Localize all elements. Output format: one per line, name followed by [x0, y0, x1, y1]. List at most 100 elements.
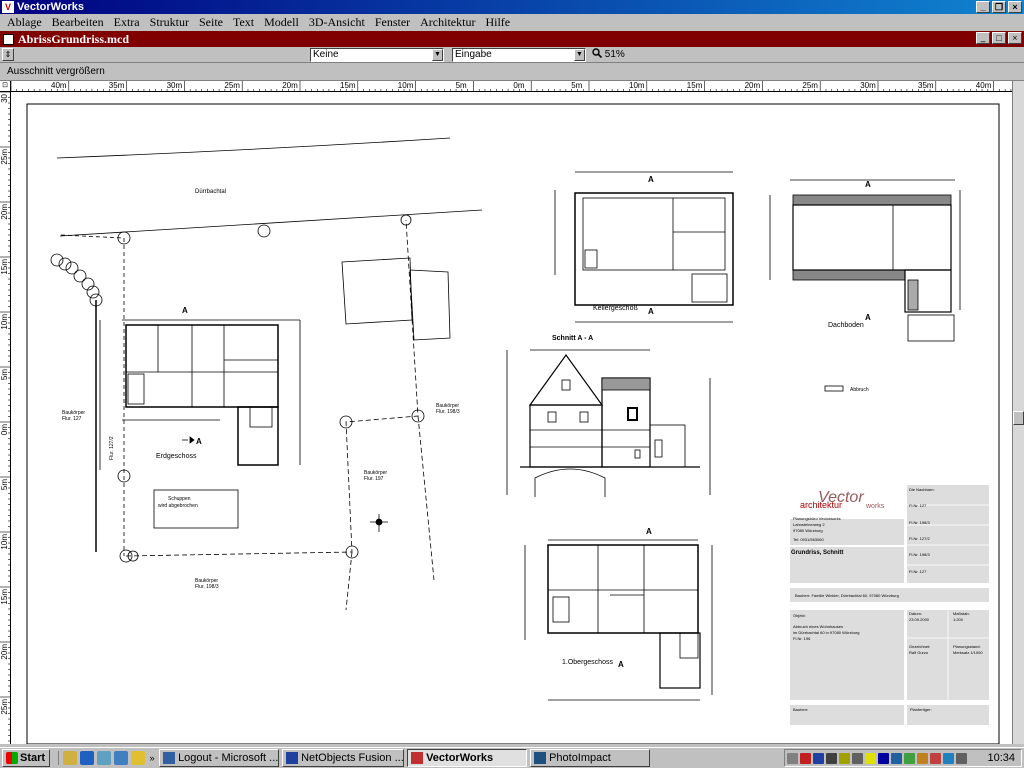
tray-app-icon[interactable]	[891, 752, 902, 764]
tray-app-icon[interactable]	[800, 752, 811, 764]
toggle-palette-icon[interactable]: ⇕	[2, 48, 14, 61]
street-name: Dürrbachtal	[195, 189, 226, 195]
menu-text[interactable]: Text	[228, 15, 259, 30]
system-tray: 10:34	[784, 749, 1022, 767]
document-minimize-button[interactable]: _	[976, 32, 990, 44]
task-vectorworks[interactable]: VectorWorks	[407, 749, 528, 767]
vectorworks-app-icon[interactable]: V	[2, 1, 14, 13]
volume-icon[interactable]	[787, 752, 798, 764]
tray-app-icon[interactable]	[930, 752, 941, 764]
menu-modell[interactable]: Modell	[259, 15, 304, 30]
menu-ablage[interactable]: Ablage	[2, 15, 47, 30]
tray-app-icon[interactable]	[813, 752, 824, 764]
menu-struktur[interactable]: Struktur	[145, 15, 194, 30]
document-restore-button[interactable]: □	[992, 32, 1006, 44]
outlook-icon[interactable]	[97, 751, 112, 765]
ruler-label: 10m	[397, 81, 414, 90]
ruler-label: 10m	[0, 534, 9, 550]
project-line-3: Fl.Nr. 196	[793, 636, 811, 641]
horizontal-ruler[interactable]: 40m 35m 30m 25m 20m 15m 10m 5m 0m 5m 10m 15m 20m 25m 3…	[11, 81, 1012, 92]
magnifier-icon	[592, 48, 603, 59]
menu-seite[interactable]: Seite	[194, 15, 228, 30]
menu-fenster[interactable]: Fenster	[370, 15, 415, 30]
neighbor-3: Fl.Nr. 127/2	[909, 536, 930, 541]
drawn-value: Ralf Gurzo	[909, 650, 929, 655]
task-label: NetObjects Fusion ...	[301, 752, 404, 764]
tray-app-icon[interactable]	[917, 752, 928, 764]
layer-select-value: Keine	[313, 49, 339, 60]
tray-app-icon[interactable]	[943, 752, 954, 764]
drawing-canvas[interactable]: Dürrbachtal Baukörper Flur. 127 Flur. 127…	[11, 92, 1012, 744]
zoom-indicator[interactable]: 51%	[592, 48, 625, 62]
project-label: Objekt:	[793, 613, 806, 618]
app-titlebar[interactable]: V VectorWorks _ ❐ ×	[0, 0, 1024, 14]
date-value: 23.09.2000	[909, 617, 930, 622]
app-window-controls: _ ❐ ×	[976, 1, 1022, 13]
chevron-down-icon[interactable]: ▼	[432, 49, 443, 61]
document-title: AbrissGrundriss.mcd	[18, 31, 130, 46]
vertical-scrollbar[interactable]	[1012, 81, 1024, 744]
tray-app-icon[interactable]	[904, 752, 915, 764]
vertical-ruler[interactable]: 30 25m 20m 15m 10m 5m 0m 5m 10m 15m 20m 25m	[0, 92, 11, 744]
tray-app-icon[interactable]	[852, 752, 863, 764]
tray-app-icon[interactable]	[839, 752, 850, 764]
document-icon[interactable]	[3, 33, 14, 45]
player-icon[interactable]	[131, 751, 146, 765]
ruler-label: 5m	[455, 81, 467, 90]
label-erdgeschoss: Erdgeschoss	[156, 453, 197, 460]
app-restore-button[interactable]: ❐	[992, 1, 1006, 13]
section-mark-erdgeschoss-top: A	[182, 306, 188, 315]
tray-app-icon[interactable]	[865, 752, 876, 764]
menu-hilfe[interactable]: Hilfe	[480, 15, 515, 30]
logo-works: works	[865, 503, 885, 510]
ruler-label: 40m	[51, 81, 67, 90]
section-mark-erdgeschoss-bottom: A	[196, 437, 202, 446]
tray-app-icon[interactable]	[878, 752, 889, 764]
neighbor-1: Fl.Nr. 127	[909, 503, 927, 508]
legend-abbruch-label: Abbruch	[850, 387, 869, 393]
ruler-origin-corner[interactable]: ⊡	[0, 81, 11, 92]
ruler-label: 30	[0, 94, 9, 103]
quick-launch-more[interactable]: »	[148, 751, 156, 765]
office-line-3: 97080 Würzburg	[793, 528, 823, 533]
date-label: Datum:	[909, 611, 922, 616]
task-logout[interactable]: Logout - Microsoft ...	[159, 749, 280, 767]
ruler-label: 40m	[975, 81, 992, 90]
layer-select[interactable]: Keine ▼	[310, 48, 444, 62]
menu-bearbeiten[interactable]: Bearbeiten	[47, 15, 109, 30]
desktop-icon[interactable]	[63, 751, 78, 765]
plan-title: Grundriss, Schnitt	[791, 550, 843, 556]
class-select-value: Eingabe	[455, 49, 492, 60]
ruler-label: 5m	[571, 81, 583, 90]
task-label: Logout - Microsoft ...	[178, 752, 279, 764]
app-title: VectorWorks	[17, 1, 85, 13]
app-minimize-button[interactable]: _	[976, 1, 990, 13]
tray-app-icon[interactable]	[826, 752, 837, 764]
plan-obergeschoss	[524, 539, 713, 701]
menu-3d-ansicht[interactable]: 3D-Ansicht	[304, 15, 370, 30]
class-select[interactable]: Eingabe ▼	[452, 48, 586, 62]
tray-app-icon[interactable]	[956, 752, 967, 764]
plan-erdgeschoss	[99, 319, 301, 470]
document-titlebar[interactable]: AbrissGrundriss.mcd _ □ ×	[0, 31, 1024, 47]
start-button[interactable]: Start	[2, 749, 51, 767]
task-netobjects[interactable]: NetObjects Fusion ...	[282, 749, 405, 767]
internet-explorer-icon[interactable]	[80, 751, 95, 765]
app-close-button[interactable]: ×	[1008, 1, 1022, 13]
system-clock[interactable]: 10:34	[987, 752, 1015, 764]
section-drawing	[506, 349, 711, 497]
drawn-label: Gezeichnet:	[909, 644, 930, 649]
scrollbar-thumb[interactable]	[1013, 411, 1024, 425]
menu-architektur[interactable]: Architektur	[415, 15, 480, 30]
chevron-down-icon[interactable]: ▼	[574, 49, 585, 61]
task-photoimpact[interactable]: PhotoImpact	[530, 749, 651, 767]
task-label: VectorWorks	[426, 752, 494, 764]
channel-icon[interactable]	[114, 751, 129, 765]
start-label: Start	[20, 752, 46, 764]
section-mark-keller-bottom: A	[648, 307, 654, 316]
document-close-button[interactable]: ×	[1008, 32, 1022, 44]
section-mark-dach-top: A	[865, 180, 871, 189]
windows-logo-icon	[6, 752, 18, 764]
menu-extra[interactable]: Extra	[109, 15, 145, 30]
quick-launch: »	[58, 751, 156, 765]
